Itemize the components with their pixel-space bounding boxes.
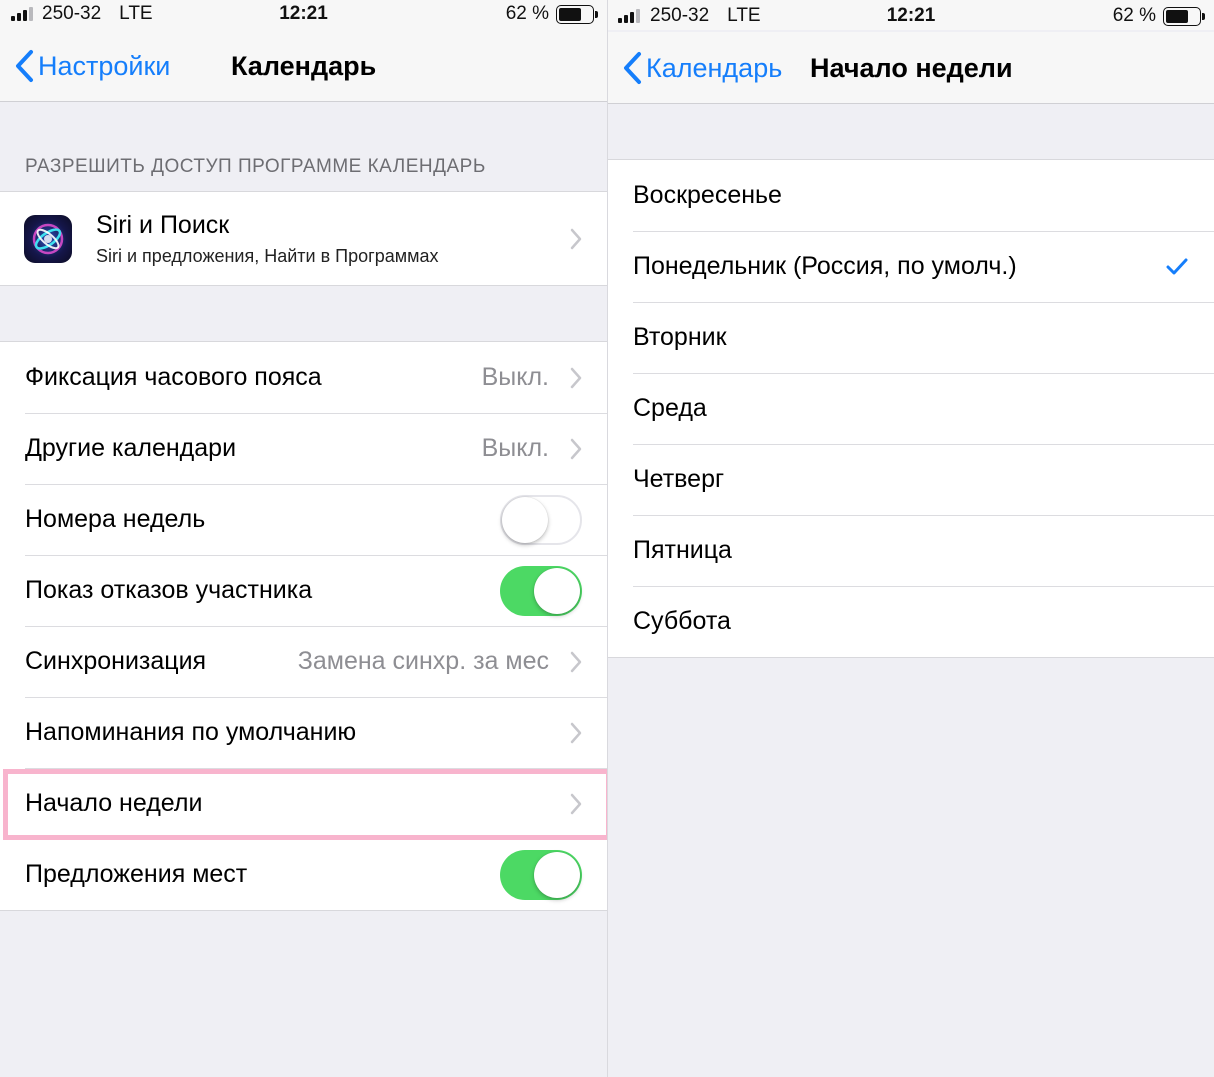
row-value: Выкл. — [481, 434, 549, 462]
weekday-list: Воскресенье Понедельник (Россия, по умол… — [608, 159, 1214, 658]
siri-icon — [24, 214, 72, 263]
row-alternate-calendars[interactable]: Другие календари Выкл. — [0, 413, 607, 484]
back-button[interactable]: Настройки — [14, 30, 170, 102]
day-option-friday[interactable]: Пятница — [608, 515, 1214, 586]
week-numbers-toggle[interactable] — [500, 494, 582, 545]
row-label: Предложения мест — [25, 860, 248, 888]
chevron-right-icon — [570, 793, 582, 814]
day-option-saturday[interactable]: Суббота — [608, 586, 1214, 657]
day-option-thursday[interactable]: Четверг — [608, 444, 1214, 515]
chevron-left-icon — [16, 50, 33, 82]
row-show-invitee-declines: Показ отказов участника — [0, 555, 607, 626]
navigation-bar: Календарь Начало недели — [608, 32, 1214, 104]
row-label: Синхронизация — [25, 647, 207, 675]
siri-title: Siri и Поиск — [96, 210, 230, 239]
chevron-right-icon — [570, 438, 582, 459]
calendar-options-group: Фиксация часового пояса Выкл. Другие кал… — [0, 341, 607, 911]
day-label: Вторник — [633, 323, 727, 351]
day-option-monday[interactable]: Понедельник (Россия, по умолч.) — [608, 231, 1214, 302]
chevron-right-icon — [570, 228, 582, 249]
section-header: РАЗРЕШИТЬ ДОСТУП ПРОГРАММЕ КАЛЕНДАРЬ — [25, 156, 486, 177]
day-option-wednesday[interactable]: Среда — [608, 373, 1214, 444]
battery-icon — [1163, 7, 1205, 26]
row-start-week-on[interactable]: Начало недели — [0, 768, 607, 839]
row-default-alert-times[interactable]: Напоминания по умолчанию — [0, 697, 607, 768]
chevron-right-icon — [570, 651, 582, 672]
row-value: Замена синхр. за мес — [297, 647, 549, 675]
back-button[interactable]: Календарь — [622, 32, 782, 104]
day-label: Понедельник (Россия, по умолч.) — [633, 252, 1017, 280]
row-label: Фиксация часового пояса — [25, 363, 322, 391]
back-button-label: Настройки — [38, 50, 171, 81]
row-value: Выкл. — [481, 363, 549, 391]
battery-percent: 62 % — [1112, 5, 1156, 26]
siri-subtitle: Siri и предложения, Найти в Программах — [96, 245, 439, 266]
navigation-bar: Настройки Календарь — [0, 30, 607, 102]
status-bar: 250-32 LTE 12:21 62 % — [608, 0, 1214, 30]
day-label: Воскресенье — [633, 181, 782, 209]
screenshot-composite: 250-32 LTE 12:21 62 % Настройки Календарь… — [0, 0, 1214, 1077]
checkmark-icon — [1166, 258, 1188, 274]
calendar-settings-screen: 250-32 LTE 12:21 62 % Настройки Календарь… — [0, 0, 607, 1077]
invitee-declines-toggle[interactable] — [500, 565, 582, 616]
siri-group: Siri и Поиск Siri и предложения, Найти в… — [0, 191, 607, 286]
day-label: Суббота — [633, 607, 731, 635]
row-sync[interactable]: Синхронизация Замена синхр. за мес — [0, 626, 607, 697]
row-label: Начало недели — [25, 789, 203, 817]
row-location-suggestions: Предложения мест — [0, 839, 607, 910]
page-title: Календарь — [231, 50, 377, 81]
location-suggestions-toggle[interactable] — [500, 849, 582, 900]
status-bar: 250-32 LTE 12:21 62 % — [0, 0, 607, 30]
battery-icon — [556, 5, 598, 24]
back-button-label: Календарь — [646, 52, 783, 83]
row-week-numbers: Номера недель — [0, 484, 607, 555]
day-option-tuesday[interactable]: Вторник — [608, 302, 1214, 373]
row-label: Другие календари — [25, 434, 237, 462]
siri-search-row[interactable]: Siri и Поиск Siri и предложения, Найти в… — [0, 192, 607, 285]
start-week-on-screen: 250-32 LTE 12:21 62 % Календарь Начало не… — [608, 0, 1214, 1077]
row-label: Напоминания по умолчанию — [25, 718, 357, 746]
day-label: Пятница — [633, 536, 732, 564]
chevron-left-icon — [624, 52, 641, 84]
day-label: Четверг — [633, 465, 725, 493]
chevron-right-icon — [570, 367, 582, 388]
row-label: Номера недель — [25, 505, 206, 533]
row-time-zone-override[interactable]: Фиксация часового пояса Выкл. — [0, 342, 607, 413]
day-option-sunday[interactable]: Воскресенье — [608, 160, 1214, 231]
page-title: Начало недели — [810, 52, 1013, 83]
row-label: Показ отказов участника — [25, 576, 313, 604]
day-label: Среда — [633, 394, 707, 422]
chevron-right-icon — [570, 722, 582, 743]
battery-percent: 62 % — [505, 3, 549, 24]
